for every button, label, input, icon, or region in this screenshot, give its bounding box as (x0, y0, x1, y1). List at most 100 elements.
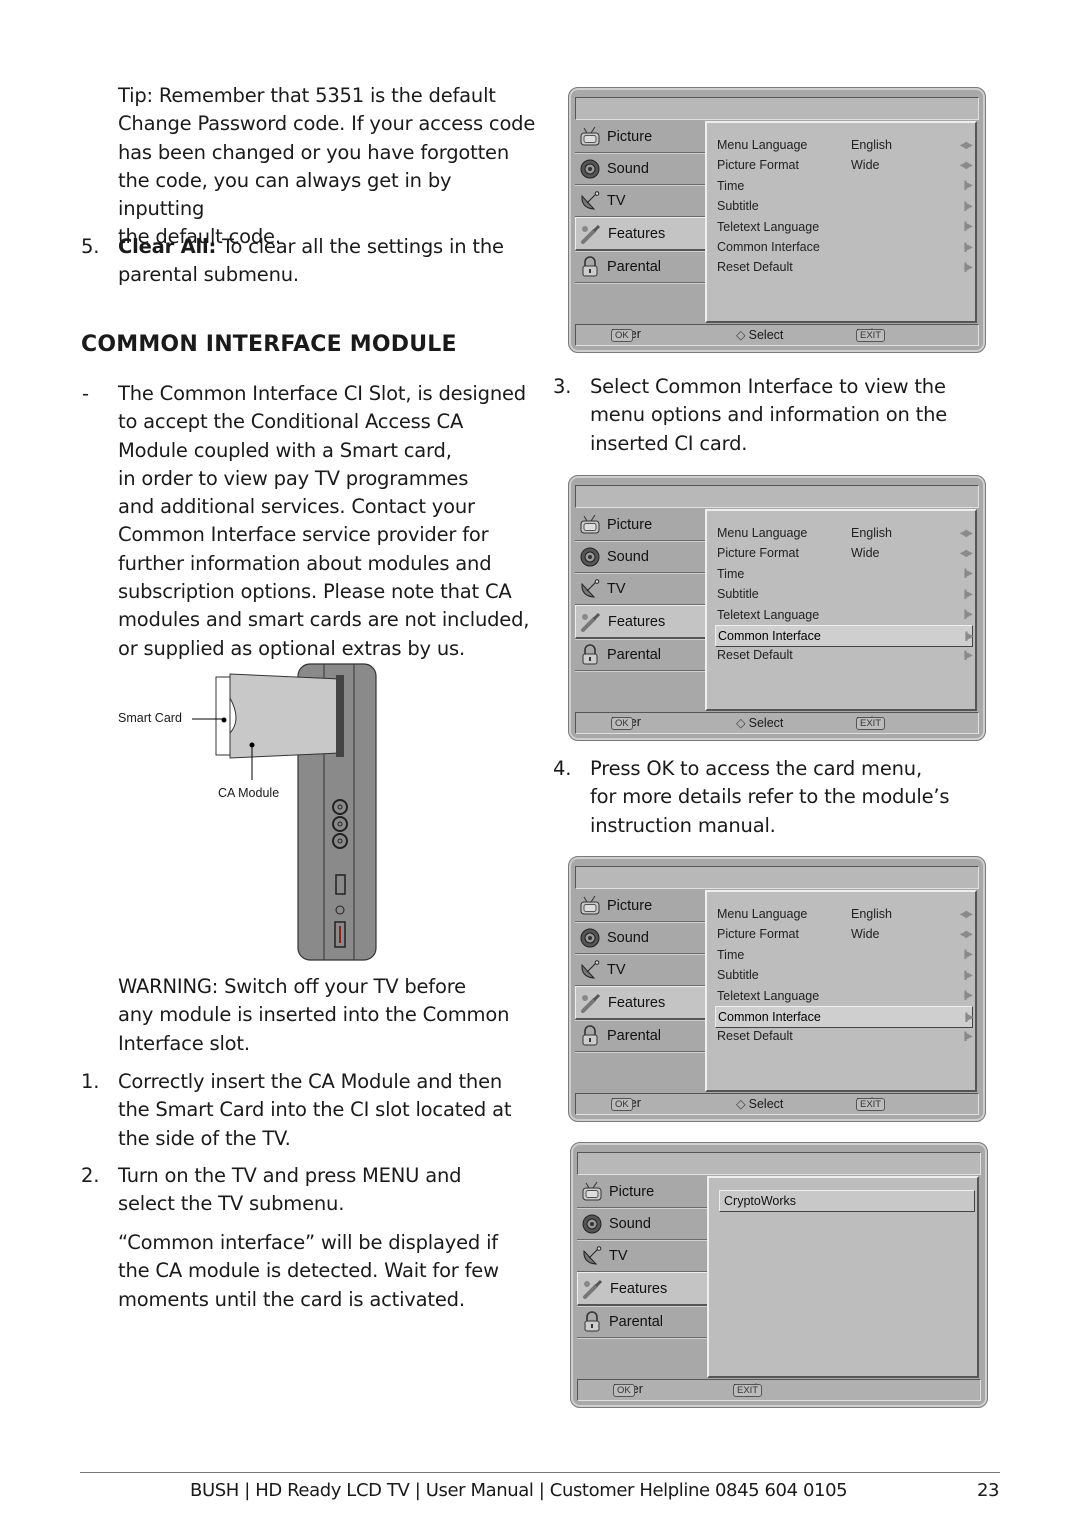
sidebar-item-parental[interactable]: Parental (575, 639, 705, 671)
speaker-icon (581, 1213, 603, 1235)
select-label: Select (748, 328, 784, 342)
sidebar-item-label: TV (607, 961, 626, 978)
satellite-dish-icon (581, 1245, 603, 1267)
option-value: English (851, 907, 892, 921)
text-line: for more details refer to the module’s (590, 785, 950, 809)
list-number: 3. (553, 375, 572, 398)
sidebar-item-features[interactable]: Features (577, 1272, 712, 1306)
menu-option-common-interface[interactable]: Common Interface |||▶ (717, 237, 973, 257)
sidebar-item-features[interactable]: Features (575, 605, 710, 639)
option-label: Picture Format (717, 927, 799, 942)
menu-option-reset-default[interactable]: Reset Default |||▶ (717, 1026, 973, 1046)
exit-key-icon: EXIT (733, 1384, 763, 1397)
text-line: any module is inserted into the Common (118, 1003, 510, 1027)
menu-option-time[interactable]: Time |||▶ (717, 176, 973, 196)
menu-footer-hints: OKEnter ◇Select EXITExit (575, 1093, 979, 1115)
submenu-arrow-icon: |||▶ (963, 649, 973, 661)
menu-footer-hints: OKEnter ◇Select EXITExit (575, 712, 979, 734)
exit-key-icon: EXIT (856, 1098, 886, 1111)
note-paragraph: “Common interface” will be displayed if … (118, 1229, 538, 1314)
sidebar-item-picture[interactable]: Picture (575, 890, 705, 922)
exit-hint: EXITExit (856, 1096, 886, 1111)
text-line: the CA module is detected. Wait for few (118, 1259, 499, 1283)
menu-option-picture-format[interactable]: Picture Format Wide ◀▶ (717, 543, 973, 563)
text-line: inserted CI card. (590, 431, 748, 455)
text-line: in order to view pay TV programmes (118, 466, 469, 490)
sidebar-item-tv[interactable]: TV (575, 185, 705, 217)
sidebar-item-parental[interactable]: Parental (575, 251, 705, 283)
ci-slot-illustration: Smart Card CA Module (100, 660, 390, 970)
sidebar-item-tv[interactable]: TV (575, 573, 705, 605)
menu-option-menu-language[interactable]: Menu Language English ◀▶ (717, 904, 973, 924)
submenu-arrow-icon: |||▶ (964, 630, 974, 642)
text-line: Correctly insert the CA Module and then (118, 1070, 503, 1093)
option-label: Picture Format (717, 546, 799, 561)
submenu-arrow-icon: |||▶ (963, 221, 973, 233)
left-right-arrow-icon: ◀▶ (959, 928, 973, 940)
option-value: Wide (851, 546, 880, 561)
menu-sidebar: Picture Sound TV Features Parental (577, 1176, 712, 1338)
sidebar-item-sound[interactable]: Sound (575, 541, 705, 573)
sidebar-item-picture[interactable]: Picture (575, 509, 705, 541)
submenu-arrow-icon: |||▶ (963, 180, 973, 192)
text-line: to accept the Conditional Access CA (118, 410, 464, 434)
list-number: 4. (553, 757, 572, 780)
sidebar-item-label: TV (607, 580, 626, 597)
menu-option-time[interactable]: Time |||▶ (717, 945, 973, 965)
menu-content-panel: Menu Language English ◀▶ Picture Format Wide… (705, 890, 977, 1092)
ok-enter-hint: OKEnter (611, 715, 641, 730)
ci-card-item[interactable]: CryptoWorks (719, 1190, 975, 1212)
menu-title-bar (575, 866, 979, 889)
option-value: English (851, 138, 892, 152)
menu-option-reset-default[interactable]: Reset Default |||▶ (717, 645, 973, 665)
tv-menu-common-interface-selected: Picture Sound TV Features Parental Menu Langu… (568, 475, 986, 741)
exit-key-icon: EXIT (856, 717, 886, 730)
menu-option-subtitle[interactable]: Subtitle |||▶ (717, 965, 973, 985)
left-right-arrow-icon: ◀▶ (959, 159, 973, 171)
menu-option-menu-language[interactable]: Menu Language English ◀▶ (717, 135, 973, 155)
submenu-arrow-icon: |||▶ (963, 1030, 973, 1042)
sidebar-item-tv[interactable]: TV (577, 1240, 707, 1272)
wrench-icon (582, 1278, 604, 1300)
tv-menu-common-interface-ok: Picture Sound TV Features Parental Menu Langu… (568, 856, 986, 1122)
menu-option-reset-default[interactable]: Reset Default |||▶ (717, 257, 973, 277)
select-hint: ◇ Select (736, 1096, 783, 1111)
option-label: Subtitle (717, 587, 759, 602)
sidebar-item-sound[interactable]: Sound (575, 153, 705, 185)
menu-option-picture-format[interactable]: Picture Format Wide ◀▶ (717, 924, 973, 944)
select-label: Select (748, 1097, 784, 1111)
menu-title-bar (577, 1152, 981, 1175)
text-line: “Common interface” will be displayed if (118, 1231, 498, 1254)
menu-option-subtitle[interactable]: Subtitle |||▶ (717, 584, 973, 604)
sidebar-item-parental[interactable]: Parental (577, 1306, 707, 1338)
clear-all-item: 5. Clear All: To clear all the settings … (81, 233, 538, 290)
menu-option-time[interactable]: Time |||▶ (717, 564, 973, 584)
menu-option-common-interface[interactable]: Common Interface |||▶ (715, 1006, 974, 1028)
sidebar-item-sound[interactable]: Sound (577, 1208, 707, 1240)
wrench-icon (580, 992, 602, 1014)
sidebar-item-features[interactable]: Features (575, 217, 710, 251)
sidebar-item-picture[interactable]: Picture (577, 1176, 707, 1208)
left-right-arrow-icon: ◀▶ (959, 139, 973, 151)
option-label: Reset Default (717, 1029, 793, 1044)
menu-content-panel: CryptoWorks (707, 1176, 979, 1378)
menu-option-teletext-language[interactable]: Teletext Language |||▶ (717, 986, 973, 1006)
menu-option-picture-format[interactable]: Picture Format Wide ◀▶ (717, 155, 973, 175)
sidebar-item-parental[interactable]: Parental (575, 1020, 705, 1052)
menu-option-teletext-language[interactable]: Teletext Language |||▶ (717, 217, 973, 237)
sidebar-item-label: Sound (607, 160, 649, 177)
tv-icon (579, 126, 601, 148)
menu-option-subtitle[interactable]: Subtitle |||▶ (717, 196, 973, 216)
sidebar-item-tv[interactable]: TV (575, 954, 705, 986)
menu-option-common-interface[interactable]: Common Interface |||▶ (715, 625, 974, 647)
select-hint: ◇ Select (736, 715, 783, 730)
text-line: Select Common Interface to view the (590, 375, 946, 398)
sidebar-item-label: Features (608, 225, 666, 242)
sidebar-item-picture[interactable]: Picture (575, 121, 705, 153)
sidebar-item-sound[interactable]: Sound (575, 922, 705, 954)
ok-key-icon: OK (613, 1384, 635, 1397)
menu-option-menu-language[interactable]: Menu Language English ◀▶ (717, 523, 973, 543)
menu-option-teletext-language[interactable]: Teletext Language |||▶ (717, 605, 973, 625)
sidebar-item-features[interactable]: Features (575, 986, 710, 1020)
text-line: parental submenu. (118, 263, 299, 287)
